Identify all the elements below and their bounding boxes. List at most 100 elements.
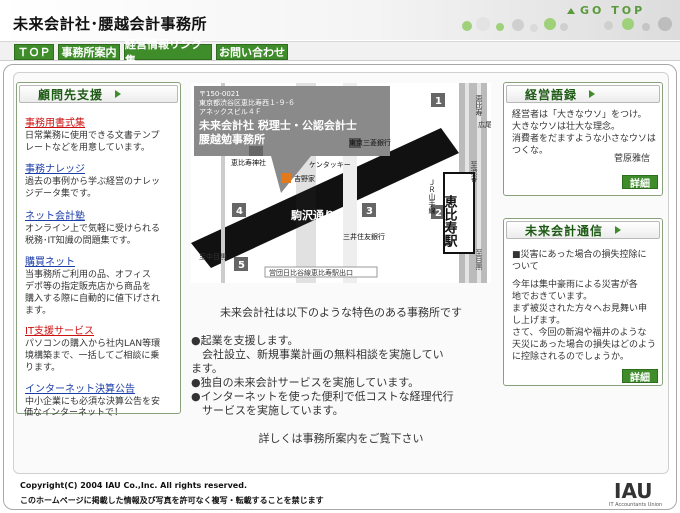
feature-line: 会社設立、新規事業計画の無料相談を実施してい [191, 348, 444, 361]
service-desc: 日常業務に使用できる文書テンプ [25, 131, 160, 141]
map-label-bank-mitsui: 三井住友銀行 [343, 232, 385, 241]
nav-item-contact[interactable]: お問い合わせ [216, 44, 288, 60]
arrow-up-icon [567, 7, 575, 14]
service-item: ネット会計塾 オンライン上で気軽に受けられる 税務･IT知識の問題集です。 [25, 210, 175, 247]
service-link-it-support[interactable]: IT支援サービス [25, 325, 175, 338]
service-desc: オンライン上で気軽に受けられる [25, 224, 161, 234]
service-desc: 過去の事例から学ぶ経営のナレッ [25, 177, 161, 187]
service-link-purchase[interactable]: 購買ネット [25, 256, 175, 269]
feature-line: ●独自の未来会計サービスを実施しています。 [191, 376, 420, 389]
service-item: インターネット決算公告 中小企業にも必須な決算公告を安 [25, 383, 175, 408]
map-label-exit: 営団日比谷線恵比寿駅出口 [269, 268, 353, 277]
quote-detail-button[interactable]: 詳細 [622, 175, 658, 190]
service-desc: デポ等の指定販売店から商品を [25, 282, 152, 292]
quote-line: 大きなウソは壮大な理念。 [512, 122, 621, 132]
service-link-public-notice[interactable]: インターネット決算公告 [25, 383, 175, 396]
service-item: IT支援サービス パソコンの購入から社内LAN等環 境構築まで、一括してご相談に… [25, 325, 175, 374]
decorative-dots-right [600, 15, 680, 35]
map-label-kfc: ケンタッキー [309, 160, 351, 169]
quote-panel: 経営語録 経営者は「大きなウソ」をつけ。 大きなウソは壮大な理念。 消費者をだま… [503, 82, 663, 196]
service-desc: 境構築まで、一括してご相談に乗 [25, 351, 160, 361]
service-desc: パソコンの購入から社内LAN等環 [25, 339, 161, 349]
quote-line: 経営者は「大きなウソ」をつけ。 [512, 110, 647, 120]
copyright: Copyright(C) 2004 IAU Co.,Inc. All right… [20, 481, 247, 490]
header: 未来会計社･腰越会計事務所 GO TOP [0, 0, 680, 40]
quote-panel-title-text: 経営語録 [525, 87, 578, 102]
news-line: ■災害にあった場合の損失控除に [512, 250, 647, 260]
service-desc: ます。 [25, 306, 52, 316]
decorative-dots [460, 15, 570, 35]
map-label-nakameguro: 至中目黒 [199, 252, 227, 261]
nav-item-top[interactable]: ＴＯＰ [14, 44, 54, 60]
map-label-shibuya: 至渋谷 [470, 161, 478, 183]
map-label-komazawa: 駒沢通り [291, 208, 335, 222]
news-line: し上げます。 [512, 316, 566, 326]
map-marker-1: 1 [435, 96, 442, 107]
service-item: 事務ナレッジ 過去の事例から学ぶ経営のナレッ ジデータ集です。 [25, 163, 175, 200]
logo-sub: IT Accountants Union [609, 502, 662, 508]
service-desc: ジデータ集です。 [25, 189, 97, 199]
office-map: 〒150-0021 東京都渋谷区恵比寿西１-９-６ アネックスビル４Ｆ 未来会計… [191, 83, 491, 283]
map-label-meguro: 至目黒 [475, 249, 483, 271]
quote-line: つくな。 [512, 146, 549, 156]
feature-line: ●インターネットを使った便利で低コストな経理代行 [191, 390, 454, 403]
news-line: ついて [512, 262, 539, 272]
map-address-line: 〒150-0021 [199, 90, 240, 98]
go-top-label: GO TOP [580, 4, 646, 17]
map-marker-4: 4 [236, 206, 243, 217]
service-desc: ります。 [25, 363, 61, 373]
quote-line: 消費者をだますような小さなウソは [512, 134, 656, 144]
map-label-bank-tokyo: 東京三菱銀行 [349, 138, 391, 147]
map-marker-3: 3 [366, 206, 373, 217]
map-marker-5: 5 [238, 260, 245, 271]
news-panel: 未来会計通信 ■災害にあった場合の損失控除に ついて 今年は集中豪雨による災害が… [503, 218, 663, 386]
news-line: 地でおきています。 [512, 292, 593, 302]
support-panel-title: 顧問先支援 [19, 85, 178, 103]
news-line: に控除されるのでしょうか。 [512, 352, 629, 362]
service-desc: レートなどを用意しています。 [25, 143, 150, 153]
map-address-line: 東京都渋谷区恵比寿西１-９-６ [199, 98, 295, 107]
service-link-knowledge[interactable]: 事務ナレッジ [25, 163, 175, 176]
support-panel-title-text: 顧問先支援 [38, 87, 104, 102]
map-label-shrine: 恵比寿神社 [231, 158, 266, 167]
service-desc: 価なインターネットで！ [24, 408, 124, 418]
map-office-marker [281, 173, 291, 183]
nav-item-office[interactable]: 事務所案内 [58, 44, 120, 60]
map-label-station: 恵比寿駅 [442, 194, 459, 248]
map-office-name: 未来会計社 税理士・公認会計士 [198, 118, 357, 132]
news-detail-button[interactable]: 詳細 [622, 369, 658, 384]
news-line: 今年は集中豪雨による災害が各 [512, 280, 638, 290]
nav-item-links[interactable]: 経営情報リンク集 [124, 38, 212, 67]
outro-text: 詳しくは事務所案内をご覧下さい [258, 432, 424, 445]
site-title: 未来会計社･腰越会計事務所 [13, 15, 208, 33]
news-panel-title: 未来会計通信 [506, 221, 660, 239]
service-item: 購買ネット 当事務所ご利用の品、オフィス デポ等の指定販売店から商品を 購入する… [25, 256, 175, 317]
quote-panel-title: 経営語録 [506, 85, 660, 103]
map-label-hiroo: 広尾 [478, 120, 491, 129]
map-label-yoshinoya: 吉野家 [294, 174, 315, 183]
iau-logo: IAU IT Accountants Union [609, 479, 662, 508]
support-panel: 顧問先支援 事務用書式集 日常業務に使用できる文書テンプ レートなどを用意してい… [16, 82, 181, 414]
service-desc: 税務･IT知識の問題集です。 [25, 236, 136, 246]
map-label-ebisu-n: 恵比寿 [475, 94, 483, 116]
service-link-net-school[interactable]: ネット会計塾 [25, 210, 175, 223]
go-top-button[interactable]: GO TOP [567, 3, 674, 18]
feature-line: サービスを実施しています。 [191, 404, 344, 417]
feature-line: ます。 [191, 362, 223, 375]
news-line: さて、今回の新潟や福井のような [512, 328, 647, 338]
service-item: 事務用書式集 日常業務に使用できる文書テンプ レートなどを用意しています。 [25, 117, 175, 154]
news-line: まず被災された方々へお見舞い申 [512, 304, 648, 314]
map-address-line: アネックスビル４Ｆ [199, 107, 262, 116]
intro-text: 未来会計社は以下のような特色のある事務所です [220, 306, 462, 319]
service-link-forms[interactable]: 事務用書式集 [25, 117, 175, 130]
nav-bar: ＴＯＰ 事務所案内 経営情報リンク集 お問い合わせ [0, 38, 680, 67]
feature-line: ●起業を支援します。 [191, 334, 299, 347]
service-desc: 購入する際に自動的に値下げされ [25, 294, 161, 304]
map-label-jr: ＪＲ山手線 [428, 179, 436, 214]
logo-text: IAU [614, 479, 653, 503]
quote-author: 菅原雅信 [614, 154, 651, 164]
arrow-right-icon [115, 90, 122, 98]
news-line: 天災にあった場合の損失はどのよう [512, 340, 657, 350]
arrow-right-icon [589, 90, 596, 98]
news-panel-title-text: 未来会計通信 [525, 223, 604, 238]
